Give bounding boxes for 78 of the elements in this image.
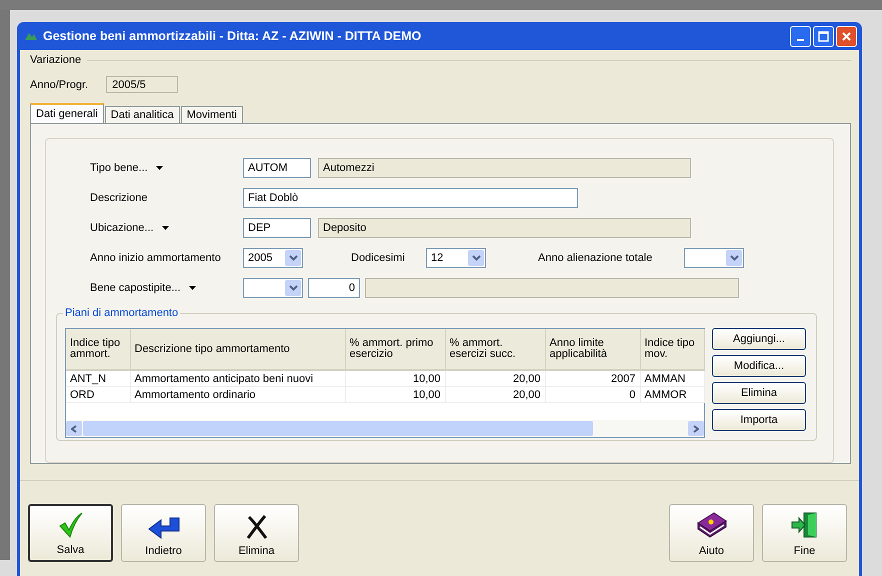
dropdown-button[interactable] bbox=[468, 250, 484, 266]
field-label: Anno inizio ammortamento bbox=[90, 252, 221, 264]
action-button[interactable]: Elimina bbox=[712, 382, 806, 404]
field-label: Dodicesimi bbox=[351, 252, 406, 264]
dropdown-button[interactable] bbox=[726, 250, 742, 266]
column-header[interactable]: Anno limite applicabilità bbox=[545, 329, 640, 370]
minimize-button[interactable] bbox=[790, 26, 811, 46]
close-icon bbox=[841, 30, 852, 42]
chevron-down-icon bbox=[472, 255, 480, 261]
tab[interactable]: Movimenti bbox=[180, 106, 243, 123]
close-button[interactable] bbox=[836, 26, 857, 46]
caret-icon[interactable] bbox=[156, 166, 163, 170]
action-button[interactable]: Aggiungi... bbox=[712, 328, 806, 350]
table-cell: 20,00 bbox=[445, 370, 545, 386]
parent-asset-dropdown[interactable] bbox=[243, 278, 303, 298]
field-label: Anno/Progr. bbox=[30, 78, 88, 90]
window-title: Gestione beni ammortizzabili - Ditta: AZ - AZIWIN - DITTA DEMO bbox=[43, 29, 422, 43]
toolbar-button[interactable]: Fine bbox=[762, 504, 847, 562]
action-button[interactable]: Modifica... bbox=[712, 355, 806, 377]
column-header[interactable]: Descrizione tipo ammortamento bbox=[130, 329, 345, 370]
table-cell: 10,00 bbox=[345, 386, 445, 402]
chevron-left-icon bbox=[71, 424, 77, 432]
column-header[interactable]: % ammort. esercizi succ. bbox=[445, 329, 545, 370]
twelfths-dropdown[interactable]: 12 bbox=[426, 248, 486, 268]
return-arrow-icon bbox=[148, 517, 180, 539]
field-label: Anno alienazione totale bbox=[538, 252, 654, 264]
caret-icon[interactable] bbox=[188, 286, 196, 290]
code-field[interactable]: DEP bbox=[243, 218, 311, 238]
chevron-down-icon bbox=[288, 255, 298, 261]
number-field[interactable]: 0 bbox=[308, 278, 360, 298]
chevron-down-icon bbox=[730, 255, 738, 261]
group-label: Piani di ammortamento bbox=[63, 307, 180, 319]
maximize-icon bbox=[818, 30, 829, 42]
field-label: Ubicazione... bbox=[90, 222, 154, 234]
field-label: Descrizione bbox=[90, 192, 148, 204]
dropdown-button[interactable] bbox=[285, 250, 301, 266]
toolbar-button[interactable]: Salva bbox=[28, 504, 113, 562]
minimize-icon bbox=[797, 38, 804, 40]
book-icon bbox=[696, 511, 728, 539]
caret-icon[interactable] bbox=[162, 226, 169, 230]
tab[interactable]: Dati generali bbox=[30, 103, 104, 123]
field-label: Tipo bene... bbox=[90, 162, 148, 174]
table-cell: AMMOR bbox=[640, 386, 704, 402]
column-header[interactable]: Indice tipo ammort. bbox=[66, 329, 130, 370]
toolbar-button[interactable]: Elimina bbox=[214, 504, 299, 562]
table-cell: ORD bbox=[66, 386, 130, 402]
app-icon bbox=[24, 31, 38, 41]
checkmark-icon bbox=[58, 512, 82, 538]
table-cell: 0 bbox=[545, 386, 640, 402]
code-field[interactable]: AUTOM bbox=[243, 158, 311, 178]
action-button[interactable]: Importa bbox=[712, 409, 806, 431]
table-cell: 20,00 bbox=[445, 386, 545, 402]
table-cell: ANT_N bbox=[66, 370, 130, 386]
toolbar-button[interactable]: Indietro bbox=[121, 504, 206, 562]
chevron-down-icon bbox=[288, 285, 298, 291]
table-cell: 10,00 bbox=[345, 370, 445, 386]
dropdown-button[interactable] bbox=[285, 280, 301, 296]
table-cell: AMMAN bbox=[640, 370, 704, 386]
exit-door-icon bbox=[790, 511, 820, 539]
year-dropdown[interactable] bbox=[684, 248, 744, 268]
year-progress-field: 2005/5 bbox=[106, 76, 178, 93]
description-input[interactable]: Fiat Doblò bbox=[243, 188, 578, 208]
cross-icon bbox=[246, 515, 268, 539]
table-cell: 2007 bbox=[545, 370, 640, 386]
group-label: Variazione bbox=[30, 54, 82, 66]
toolbar-button[interactable]: Aiuto bbox=[669, 504, 754, 562]
year-dropdown[interactable]: 2005 bbox=[243, 248, 303, 268]
table-cell: Ammortamento anticipato beni nuovi bbox=[130, 370, 345, 386]
tab[interactable]: Dati analitica bbox=[104, 106, 180, 123]
field-label: Bene capostipite... bbox=[90, 282, 181, 294]
column-header[interactable]: Indice tipo mov. bbox=[640, 329, 704, 370]
column-header[interactable]: % ammort. primo esercizio bbox=[345, 329, 445, 370]
description-field: Deposito bbox=[318, 218, 691, 238]
maximize-button[interactable] bbox=[813, 26, 834, 46]
chevron-right-icon bbox=[693, 424, 699, 432]
description-field: Automezzi bbox=[318, 158, 691, 178]
table-cell: Ammortamento ordinario bbox=[130, 386, 345, 402]
horizontal-scrollbar[interactable] bbox=[66, 420, 704, 437]
